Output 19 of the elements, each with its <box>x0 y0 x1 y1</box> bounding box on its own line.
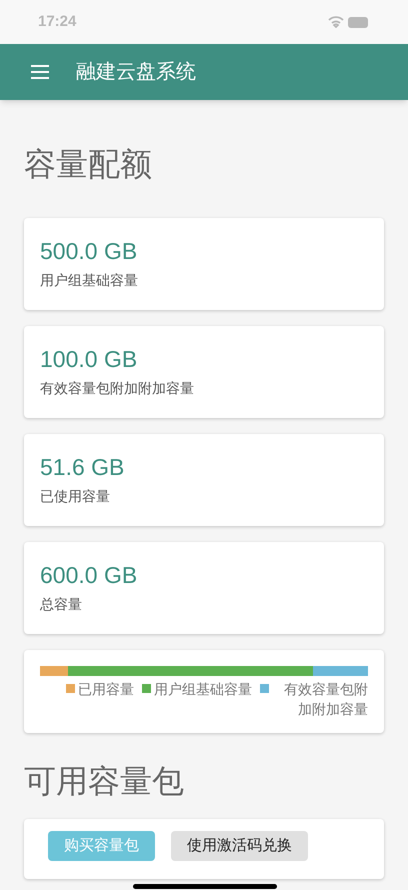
legend-label: 有效容量包附加附加容量 <box>283 680 368 719</box>
redeem-button[interactable]: 使用激活码兑换 <box>171 831 308 861</box>
legend-label: 已用容量 <box>78 680 134 699</box>
section-title: 容量配额 <box>24 145 152 184</box>
app-title: 融建云盘系统 <box>76 60 196 85</box>
quota-label: 用户组基础容量 <box>40 271 138 290</box>
quota-value: 500.0 GB <box>40 237 138 266</box>
quota-label: 总容量 <box>40 595 82 614</box>
quota-label: 已使用容量 <box>40 487 110 506</box>
legend-label: 用户组基础容量 <box>154 680 252 699</box>
battery-icon <box>348 16 370 28</box>
quota-value: 51.6 GB <box>40 453 124 482</box>
quota-label: 有效容量包附加附加容量 <box>40 379 194 398</box>
quota-value: 100.0 GB <box>40 345 138 374</box>
section-title: 可用容量包 <box>24 762 184 801</box>
wifi-icon <box>328 16 344 28</box>
quota-value: 600.0 GB <box>40 561 138 590</box>
status-time: 17:24 <box>38 12 76 32</box>
menu-icon[interactable] <box>30 65 50 79</box>
